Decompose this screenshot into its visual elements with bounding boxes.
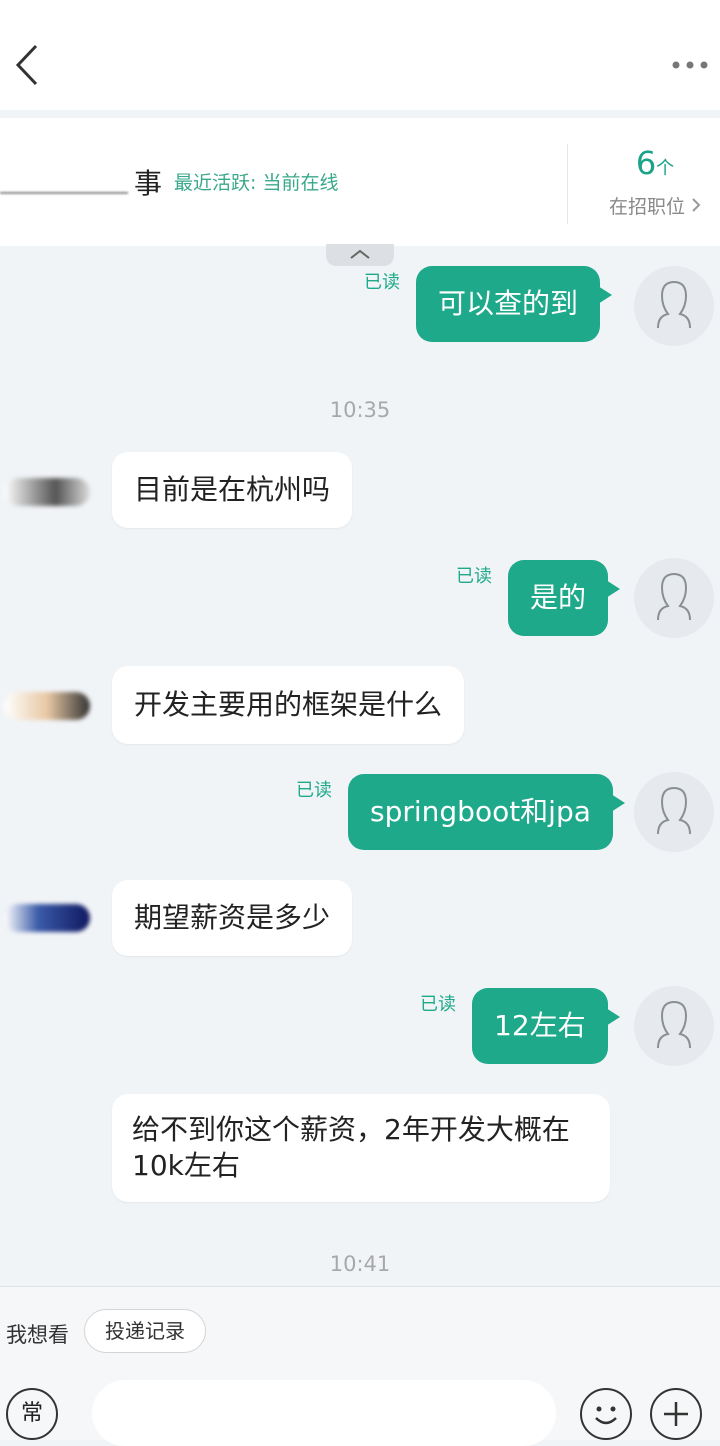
message-text: 可以查的到: [438, 287, 579, 320]
message-text: 开发主要用的框架是什么: [134, 688, 443, 721]
user-silhouette-icon: [657, 786, 691, 835]
message-bubble-out[interactable]: springboot和jpa: [348, 774, 625, 850]
more-dots-icon[interactable]: [668, 50, 712, 80]
contact-avatar[interactable]: [4, 904, 90, 932]
input-bar: 常: [0, 1372, 720, 1446]
contact-name-redacted: [0, 180, 128, 200]
message-input[interactable]: [92, 1380, 556, 1446]
emoji-button[interactable]: [580, 1388, 632, 1440]
message-bubble-out[interactable]: 12左右: [472, 988, 620, 1064]
plus-button[interactable]: [650, 1388, 702, 1440]
read-receipt: 已读: [296, 780, 332, 801]
chevron-right-icon: [692, 198, 701, 212]
contact-avatar[interactable]: [4, 478, 90, 506]
timestamp: 10:41: [329, 1252, 391, 1276]
contact-name: 事: [134, 167, 163, 200]
self-avatar[interactable]: [634, 986, 714, 1066]
plus-icon: [664, 1402, 688, 1426]
emoji-icon: [595, 1406, 617, 1425]
delivery-record-chip[interactable]: 投递记录: [84, 1309, 206, 1353]
message-text: 给不到你这个薪资，2年开发大概在10k左右: [132, 1113, 570, 1182]
message-text: 是的: [530, 581, 587, 614]
user-silhouette-icon: [657, 572, 691, 621]
job-count[interactable]: 6个: [600, 144, 710, 182]
message-bubble-in[interactable]: 给不到你这个薪资，2年开发大概在10k左右: [112, 1094, 610, 1202]
message-bubble-in[interactable]: 目前是在杭州吗: [112, 452, 353, 528]
message-bubble-out[interactable]: 是的: [508, 560, 621, 636]
self-avatar[interactable]: [634, 772, 714, 852]
read-receipt: 已读: [456, 566, 492, 587]
message-text: 期望薪资是多少: [134, 901, 331, 934]
divider: [567, 144, 568, 224]
read-receipt: 已读: [420, 994, 456, 1015]
contact-bar: 事 最近活跃: 当前在线 6个 在招职位: [0, 118, 720, 246]
read-receipt: 已读: [364, 272, 400, 293]
common-phrases-button[interactable]: 常: [6, 1388, 58, 1440]
chevron-up-icon: [350, 249, 370, 259]
timestamp: 10:35: [329, 398, 391, 422]
self-avatar[interactable]: [634, 266, 714, 346]
job-label[interactable]: 在招职位: [600, 192, 710, 219]
job-count-number: 6: [635, 144, 657, 182]
active-status: 最近活跃: 当前在线: [174, 172, 339, 194]
job-count-unit: 个: [656, 158, 675, 179]
message-bubble-in[interactable]: 开发主要用的框架是什么: [112, 666, 465, 744]
message-text: 12左右: [494, 1009, 586, 1042]
chevron-left-icon[interactable]: [10, 42, 50, 88]
user-silhouette-icon: [657, 1000, 691, 1049]
message-bubble-in[interactable]: 期望薪资是多少: [112, 880, 353, 956]
job-label-text: 在招职位: [608, 196, 685, 218]
quick-actions-bar: 我想看 投递记录: [0, 1286, 720, 1373]
collapse-button[interactable]: [326, 244, 394, 266]
message-bubble-out[interactable]: 可以查的到: [416, 266, 613, 342]
message-text: springboot和jpa: [370, 795, 591, 828]
message-text: 目前是在杭州吗: [134, 473, 331, 506]
quick-label: 我想看: [6, 1323, 69, 1347]
user-silhouette-icon: [657, 280, 691, 329]
contact-avatar[interactable]: [4, 692, 90, 720]
self-avatar[interactable]: [634, 558, 714, 638]
top-nav: [0, 0, 720, 110]
